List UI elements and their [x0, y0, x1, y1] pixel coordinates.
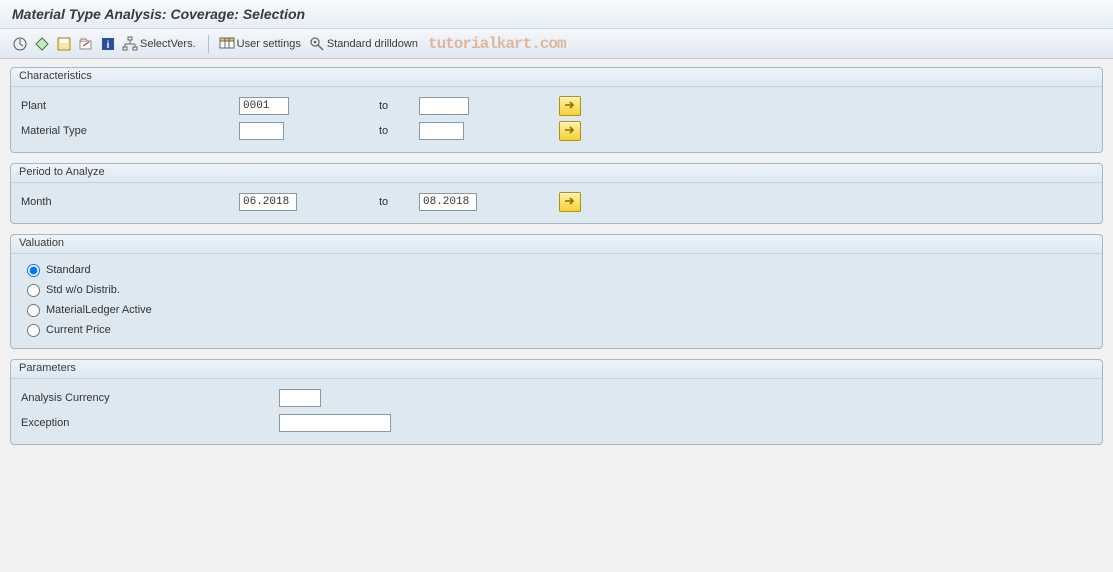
material-type-multiselect-button[interactable]	[559, 121, 581, 141]
arrow-right-icon	[564, 196, 576, 209]
month-from-input[interactable]	[239, 193, 297, 211]
save-icon	[56, 36, 72, 52]
month-label: Month	[19, 196, 239, 208]
current-price-radio-label[interactable]: Current Price	[46, 324, 111, 336]
month-row: Month to	[19, 190, 1094, 214]
svg-text:i: i	[107, 40, 110, 51]
valuation-panel: Valuation Standard Std w/o Distrib. Mate…	[10, 234, 1103, 349]
plant-to-input[interactable]	[419, 97, 469, 115]
parameters-panel: Parameters Analysis Currency Exception	[10, 359, 1103, 445]
material-type-from-input[interactable]	[239, 122, 284, 140]
standard-drilldown-label: Standard drilldown	[325, 38, 420, 50]
select-version-label: SelectVers.	[138, 38, 198, 50]
user-settings-label: User settings	[235, 38, 303, 50]
standard-drilldown-button[interactable]: Standard drilldown	[307, 34, 422, 54]
month-multiselect-button[interactable]	[559, 192, 581, 212]
characteristics-panel: Characteristics Plant to Material Type t…	[10, 67, 1103, 153]
period-legend: Period to Analyze	[11, 164, 1102, 183]
period-panel: Period to Analyze Month to	[10, 163, 1103, 224]
execute-icon	[12, 36, 28, 52]
save-variant-button[interactable]	[54, 34, 74, 54]
material-ledger-radio[interactable]	[27, 304, 40, 317]
valuation-legend: Valuation	[11, 235, 1102, 254]
std-wo-distrib-radio[interactable]	[27, 284, 40, 297]
standard-radio[interactable]	[27, 264, 40, 277]
to-label: to	[379, 125, 419, 137]
analysis-currency-row: Analysis Currency	[19, 386, 1094, 410]
to-label: to	[379, 196, 419, 208]
drilldown-icon	[309, 36, 325, 52]
plant-multiselect-button[interactable]	[559, 96, 581, 116]
parameters-legend: Parameters	[11, 360, 1102, 379]
arrow-right-icon	[564, 125, 576, 138]
exception-row: Exception	[19, 411, 1094, 435]
hierarchy-icon	[122, 36, 138, 52]
table-settings-icon	[219, 36, 235, 52]
get-variant-button[interactable]	[76, 34, 96, 54]
toolbar: i SelectVers. User settings Standard dri…	[0, 29, 1113, 59]
analysis-currency-input[interactable]	[279, 389, 321, 407]
analysis-currency-label: Analysis Currency	[19, 392, 279, 404]
month-to-input[interactable]	[419, 193, 477, 211]
watermark-text: tutorialkart.com	[428, 35, 566, 53]
arrow-right-icon	[564, 100, 576, 113]
to-label: to	[379, 100, 419, 112]
characteristics-legend: Characteristics	[11, 68, 1102, 87]
info-button[interactable]: i	[98, 34, 118, 54]
content-area: Characteristics Plant to Material Type t…	[0, 59, 1113, 463]
info-icon: i	[100, 36, 116, 52]
page-title: Material Type Analysis: Coverage: Select…	[0, 0, 1113, 29]
diamond-icon	[34, 36, 50, 52]
execute-button[interactable]	[10, 34, 30, 54]
material-type-to-input[interactable]	[419, 122, 464, 140]
std-wo-distrib-radio-label[interactable]: Std w/o Distrib.	[46, 284, 120, 296]
material-ledger-radio-label[interactable]: MaterialLedger Active	[46, 304, 152, 316]
current-price-radio[interactable]	[27, 324, 40, 337]
select-version-button[interactable]: SelectVers.	[120, 34, 200, 54]
plant-from-input[interactable]	[239, 97, 289, 115]
plant-row: Plant to	[19, 94, 1094, 118]
material-type-label: Material Type	[19, 125, 239, 137]
exception-label: Exception	[19, 417, 279, 429]
folder-open-icon	[78, 36, 94, 52]
execute-print-button[interactable]	[32, 34, 52, 54]
material-type-row: Material Type to	[19, 119, 1094, 143]
plant-label: Plant	[19, 100, 239, 112]
user-settings-button[interactable]: User settings	[217, 34, 305, 54]
exception-input[interactable]	[279, 414, 391, 432]
standard-radio-label[interactable]: Standard	[46, 264, 91, 276]
toolbar-separator	[208, 35, 209, 53]
